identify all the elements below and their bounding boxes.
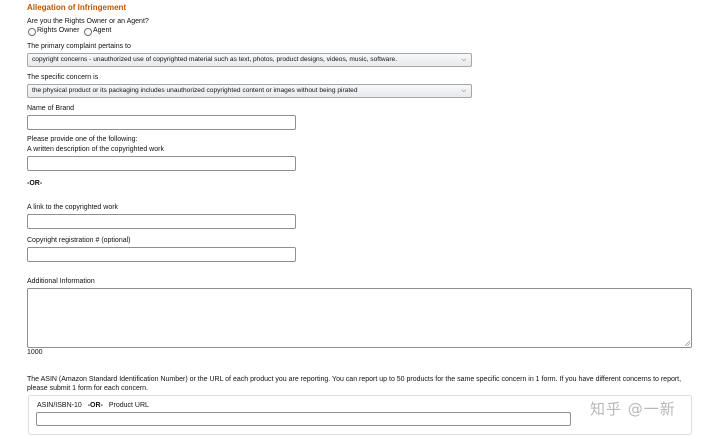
watermark-text: 知乎 @一新 <box>590 400 676 418</box>
agent-radio[interactable] <box>84 28 92 36</box>
complaint-selected-value: copyright concerns - unauthorized use of… <box>32 56 398 63</box>
concern-select[interactable]: the physical product or its packaging in… <box>27 84 472 98</box>
or-separator: -OR- <box>27 180 43 187</box>
registration-label: Copyright registration # (optional) <box>27 237 131 244</box>
agent-label[interactable]: Agent <box>93 27 111 35</box>
brand-label: Name of Brand <box>27 105 75 112</box>
asin-or-text: -OR- <box>87 402 103 409</box>
complaint-select[interactable]: copyright concerns - unauthorized use of… <box>27 53 472 67</box>
asin-input[interactable] <box>36 412 571 426</box>
complaint-label: The primary complaint pertains to <box>27 43 131 50</box>
concern-selected-value: the physical product or its packaging in… <box>32 87 358 94</box>
chevron-down-icon: ⌵ <box>461 88 466 94</box>
written-description-label: A written description of the copyrighted… <box>27 146 164 153</box>
asin-label-text: ASIN/ISBN-10 <box>37 402 82 409</box>
provide-instruction: Please provide one of the following: <box>27 136 138 143</box>
resize-grip-icon[interactable] <box>685 341 690 346</box>
asin-description: The ASIN (Amazon Standard Identification… <box>27 376 682 392</box>
char-limit-counter: 1000 <box>27 349 43 356</box>
concern-label: The specific concern is <box>27 74 99 81</box>
role-question: Are you the Rights Owner or an Agent? <box>27 18 149 25</box>
brand-input[interactable] <box>27 115 296 130</box>
additional-info-textarea[interactable] <box>27 288 692 348</box>
section-title: Allegation of Infringement <box>27 3 127 12</box>
link-label: A link to the copyrighted work <box>27 204 119 211</box>
rights-owner-radio[interactable] <box>28 28 36 36</box>
rights-owner-label[interactable]: Rights Owner <box>37 27 79 35</box>
link-input[interactable] <box>27 214 296 229</box>
asin-field-label: ASIN/ISBN-10 -OR- Product URL <box>37 402 149 410</box>
additional-info-label: Additional Information <box>27 278 95 285</box>
chevron-down-icon: ⌵ <box>461 57 466 63</box>
registration-input[interactable] <box>27 247 296 262</box>
product-url-label: Product URL <box>108 402 149 409</box>
written-description-input[interactable] <box>27 156 296 171</box>
